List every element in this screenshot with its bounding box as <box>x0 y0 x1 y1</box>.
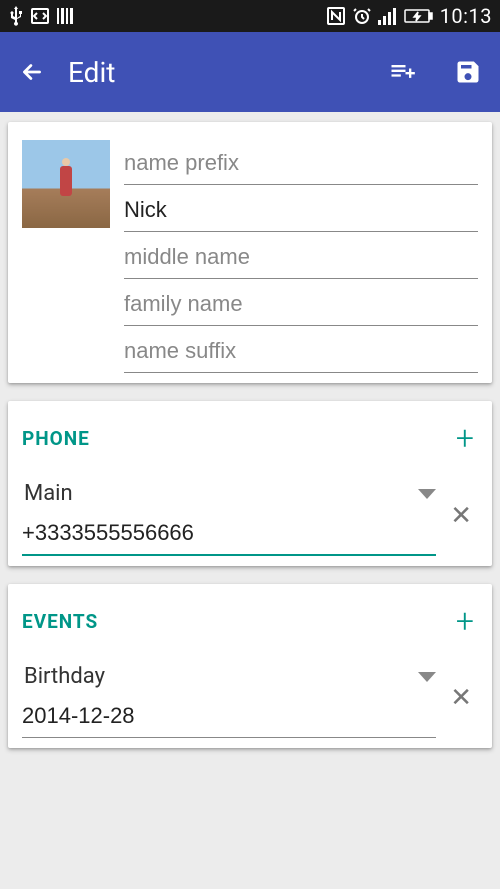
content: PHONE + Main ✕ EVENTS + Birthday <box>0 112 500 758</box>
event-type-label: Birthday <box>24 664 105 689</box>
remove-event-button[interactable]: ✕ <box>444 683 478 713</box>
event-type-spinner[interactable]: Birthday <box>22 658 436 693</box>
add-field-button[interactable] <box>388 58 416 86</box>
dev-icon <box>30 6 50 26</box>
remove-phone-button[interactable]: ✕ <box>444 501 478 531</box>
status-right-icons: 10:13 <box>326 4 492 28</box>
contact-avatar[interactable] <box>22 140 110 228</box>
alarm-icon <box>352 6 372 26</box>
first-name-input[interactable] <box>124 187 478 232</box>
add-phone-button[interactable]: + <box>452 419 478 457</box>
phone-number-input[interactable] <box>22 510 436 556</box>
events-card: EVENTS + Birthday ✕ <box>8 584 492 748</box>
back-button[interactable] <box>18 58 46 86</box>
signal-icon <box>378 7 398 25</box>
battery-icon <box>404 8 434 24</box>
name-card <box>8 122 492 383</box>
family-name-input[interactable] <box>124 281 478 326</box>
name-suffix-input[interactable] <box>124 328 478 373</box>
status-bar: 10:13 <box>0 0 500 32</box>
chevron-down-icon <box>418 489 436 499</box>
phone-row: Main ✕ <box>22 475 478 556</box>
barcode-icon <box>56 6 76 26</box>
name-prefix-input[interactable] <box>124 140 478 185</box>
event-row: Birthday ✕ <box>22 658 478 738</box>
phone-type-label: Main <box>24 481 73 506</box>
phone-type-spinner[interactable]: Main <box>22 475 436 510</box>
phone-card: PHONE + Main ✕ <box>8 401 492 566</box>
phone-section-title: PHONE <box>22 427 90 450</box>
usb-icon <box>8 6 24 26</box>
add-event-button[interactable]: + <box>452 602 478 640</box>
status-time: 10:13 <box>440 4 492 28</box>
page-title: Edit <box>68 56 115 89</box>
event-date-input[interactable] <box>22 693 436 738</box>
events-section-title: EVENTS <box>22 610 98 633</box>
status-left-icons <box>8 6 76 26</box>
chevron-down-icon <box>418 672 436 682</box>
nfc-icon <box>326 6 346 26</box>
action-bar: Edit <box>0 32 500 112</box>
save-button[interactable] <box>454 58 482 86</box>
name-fields <box>124 140 478 373</box>
middle-name-input[interactable] <box>124 234 478 279</box>
